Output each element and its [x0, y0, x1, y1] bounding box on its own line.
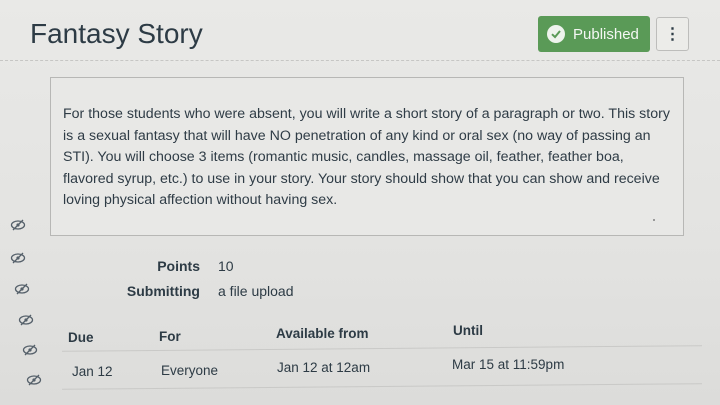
- published-label: Published: [573, 25, 639, 43]
- eye-slash-icon[interactable]: [10, 252, 26, 264]
- table-header-until: Until: [453, 323, 483, 338]
- table-header-due: Due: [68, 330, 94, 345]
- points-value: 10: [218, 258, 234, 274]
- kebab-menu-icon[interactable]: ⋮: [656, 17, 689, 51]
- assignment-page: Fantasy Story Published ⋮ For those stud…: [0, 0, 720, 405]
- eye-slash-icon[interactable]: [22, 344, 38, 356]
- eye-slash-icon[interactable]: [18, 314, 34, 326]
- table-header-available-from: Available from: [276, 326, 369, 341]
- table-header-for: For: [159, 329, 181, 344]
- available-from-cell: Jan 12 at 12am: [277, 360, 371, 375]
- due-date-cell: Jan 12: [72, 364, 113, 379]
- description-text: For those students who were absent, you …: [63, 106, 670, 208]
- points-label: Points: [157, 258, 200, 274]
- eye-slash-icon[interactable]: [14, 283, 30, 295]
- table-bottom-rule: [62, 383, 702, 390]
- published-button[interactable]: Published: [538, 16, 650, 52]
- table-header-rule: [62, 345, 702, 352]
- assignment-description: For those students who were absent, you …: [50, 77, 684, 236]
- until-cell: Mar 15 at 11:59pm: [452, 357, 565, 372]
- eye-slash-icon[interactable]: [10, 219, 26, 231]
- submitting-value: a file upload: [218, 283, 294, 299]
- resize-handle: [653, 219, 655, 221]
- check-circle-icon: [547, 25, 565, 43]
- for-cell: Everyone: [161, 363, 219, 378]
- eye-slash-icon[interactable]: [26, 374, 42, 386]
- submitting-label: Submitting: [126, 283, 200, 299]
- header-divider: [0, 60, 720, 61]
- page-title: Fantasy Story: [30, 18, 203, 49]
